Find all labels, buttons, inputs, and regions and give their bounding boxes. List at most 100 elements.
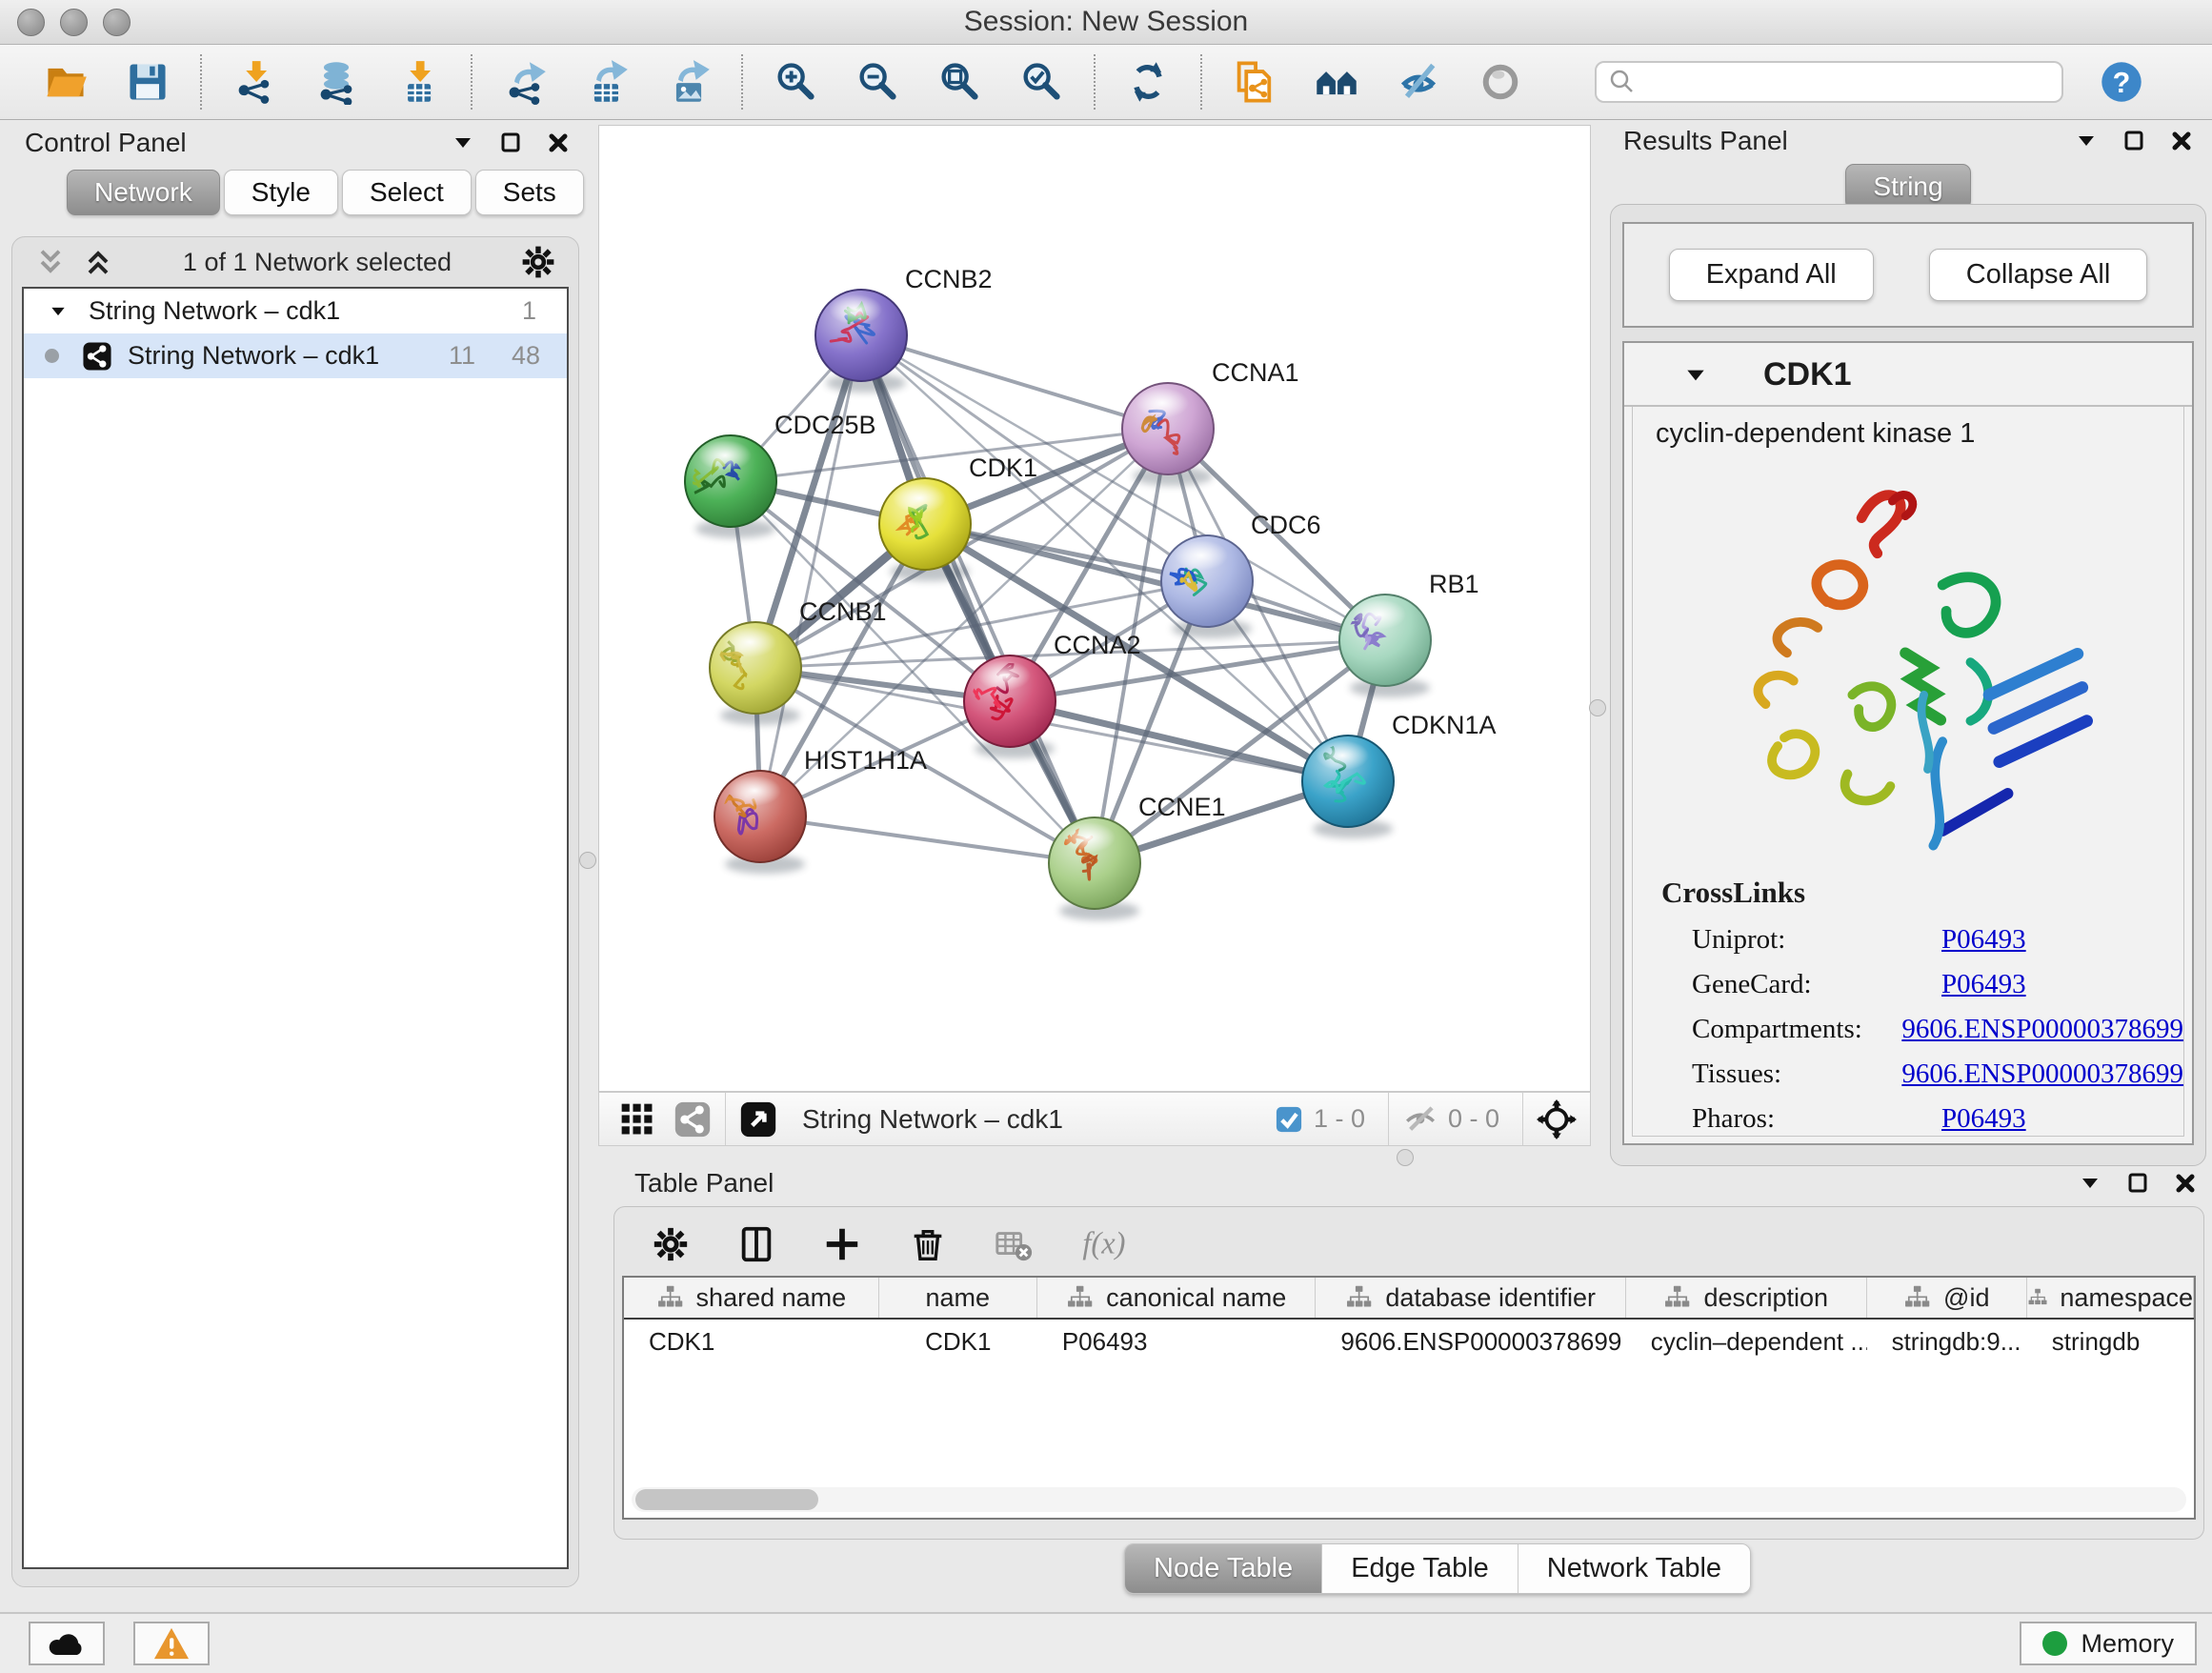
search-input[interactable] (1637, 67, 2061, 98)
column-source-icon (2027, 1284, 2049, 1311)
column-header-database-identifier[interactable]: database identifier (1316, 1278, 1625, 1318)
scrollbar-thumb[interactable] (635, 1489, 818, 1510)
collapse-all-icon[interactable] (33, 245, 68, 279)
tab-style[interactable]: Style (224, 170, 338, 215)
expand-all-button[interactable]: Expand All (1669, 249, 1874, 301)
search-box[interactable] (1595, 61, 2063, 103)
edge-HIST1H1A-CCNE1[interactable] (760, 816, 1095, 863)
control-panel-tabs: NetworkStyleSelectSets (67, 170, 584, 215)
edge-CCNA2-CDKN1A[interactable] (1010, 701, 1348, 781)
node-description: cyclin-dependent kinase 1 (1633, 418, 2183, 460)
svg-text:?: ? (2113, 67, 2131, 99)
memory-button[interactable]: Memory (2020, 1622, 2197, 1665)
tree-expand-icon[interactable] (49, 302, 68, 321)
help-button[interactable]: ? (2098, 58, 2145, 106)
column-header--id[interactable]: @id (1867, 1278, 2027, 1318)
tab-select[interactable]: Select (342, 170, 472, 215)
network-row[interactable]: String Network – cdk1 11 48 (24, 333, 567, 378)
zoom-selected-button[interactable] (1017, 58, 1065, 106)
export-network-button[interactable] (501, 58, 549, 106)
selected-checkbox-icon[interactable] (1274, 1104, 1304, 1135)
copy-document-button[interactable] (1231, 58, 1278, 106)
tab-network-table[interactable]: Network Table (1518, 1544, 1750, 1593)
tab-string[interactable]: String (1845, 164, 1970, 210)
horizontal-splitter-handle[interactable] (1397, 1149, 1414, 1166)
float-panel-icon[interactable] (2126, 1172, 2149, 1195)
column-header-description[interactable]: description (1626, 1278, 1867, 1318)
horizontal-scrollbar[interactable] (632, 1487, 2186, 1512)
tab-node-table[interactable]: Node Table (1125, 1544, 1322, 1593)
crosslink-value-link[interactable]: 9606.ENSP00000378699 (1901, 1058, 2183, 1090)
network-node-RB1[interactable]: RB1 (1335, 570, 1478, 697)
network-node-CCNB1[interactable]: CCNB1 (710, 597, 887, 725)
network-node-CCNA1[interactable]: CCNA1 (1122, 358, 1299, 486)
table-settings-gear-icon[interactable] (651, 1224, 691, 1264)
tab-network[interactable]: Network (67, 170, 220, 215)
tab-edge-table[interactable]: Edge Table (1322, 1544, 1518, 1593)
expand-all-icon[interactable] (81, 245, 115, 279)
float-panel-icon[interactable] (2122, 130, 2145, 152)
delete-column-icon[interactable] (908, 1224, 948, 1264)
zoom-fit-button[interactable] (935, 58, 983, 106)
edge-CCNB2-HIST1H1A[interactable] (760, 335, 861, 816)
left-splitter-handle[interactable] (579, 852, 596, 869)
crosslink-row: Uniprot: P06493 (1633, 917, 2183, 962)
network-canvas[interactable]: CCNB2 CCNA1 CDC25B CDK1 CDC6 RB1 CCNB1 (598, 125, 1591, 1092)
preview-eye-button[interactable] (1477, 58, 1524, 106)
network-graph[interactable]: CCNB2 CCNA1 CDC25B CDK1 CDC6 RB1 CCNB1 (599, 126, 1590, 1091)
network-row-label: String Network – cdk1 (128, 341, 379, 371)
crosslink-value-link[interactable]: P06493 (1941, 969, 2026, 1000)
column-header-name[interactable]: name (879, 1278, 1037, 1318)
crosslink-value-link[interactable]: P06493 (1941, 1103, 2026, 1135)
node-table[interactable]: shared namename canonical name database … (622, 1276, 2196, 1520)
zoom-in-button[interactable] (772, 58, 819, 106)
cloud-icon (46, 1626, 88, 1661)
import-network-button[interactable] (231, 58, 278, 106)
close-panel-icon[interactable] (2170, 130, 2193, 152)
import-database-button[interactable] (312, 58, 360, 106)
edge-CCNB2-CCNE1[interactable] (861, 335, 1095, 863)
crosslink-value-link[interactable]: 9606.ENSP00000378699 (1901, 1014, 2183, 1045)
results-panel: Results Panel String Expand All Collapse… (1608, 122, 2208, 1170)
warnings-button[interactable] (133, 1622, 210, 1665)
detach-view-icon[interactable] (739, 1100, 777, 1139)
fit-content-icon[interactable] (1537, 1099, 1577, 1139)
column-header-shared-name[interactable]: shared name (624, 1278, 879, 1318)
section-collapse-icon[interactable] (1683, 363, 1708, 388)
save-icon (125, 59, 171, 105)
close-panel-icon[interactable] (2174, 1172, 2197, 1195)
edge-CCNB2-CCNA1[interactable] (861, 335, 1168, 429)
float-panel-icon[interactable] (499, 131, 522, 154)
import-table-button[interactable] (394, 58, 442, 106)
right-splitter-handle[interactable] (1589, 699, 1606, 716)
crosslink-value-link[interactable]: P06493 (1941, 924, 2026, 956)
cloud-status-button[interactable] (29, 1622, 105, 1665)
grid-view-icon[interactable] (618, 1100, 656, 1139)
refresh-button[interactable] (1124, 58, 1172, 106)
network-node-HIST1H1A[interactable]: HIST1H1A (689, 746, 927, 874)
save-button[interactable] (124, 58, 171, 106)
show-hide-panels-button[interactable] (1395, 58, 1442, 106)
string-view-icon[interactable] (674, 1100, 712, 1139)
add-column-icon[interactable] (822, 1224, 862, 1264)
home-network-button[interactable] (1313, 58, 1360, 106)
close-panel-icon[interactable] (547, 131, 570, 154)
panel-menu-icon[interactable] (452, 131, 474, 154)
gear-icon[interactable] (519, 243, 557, 281)
zoom-out-button[interactable] (854, 58, 901, 106)
panel-menu-icon[interactable] (2079, 1172, 2101, 1195)
panel-menu-icon[interactable] (2075, 130, 2098, 152)
node-result-header[interactable]: CDK1 (1624, 343, 2192, 407)
network-node-CCNE1[interactable]: CCNE1 (1049, 793, 1226, 920)
open-folder-button[interactable] (42, 58, 90, 106)
tab-sets[interactable]: Sets (475, 170, 584, 215)
export-image-button[interactable] (665, 58, 713, 106)
table-row[interactable]: CDK1CDK1P064939606.ENSP00000378699cyclin… (624, 1320, 2194, 1363)
column-header-namespace[interactable]: namespace (2027, 1278, 2194, 1318)
show-columns-icon[interactable] (736, 1224, 776, 1264)
collapse-all-button[interactable]: Collapse All (1929, 249, 2148, 301)
network-collection-row[interactable]: String Network – cdk1 1 (24, 289, 567, 333)
network-node-CDKN1A[interactable]: CDKN1A (1302, 711, 1497, 838)
export-table-button[interactable] (583, 58, 631, 106)
column-header-canonical-name[interactable]: canonical name (1037, 1278, 1317, 1318)
